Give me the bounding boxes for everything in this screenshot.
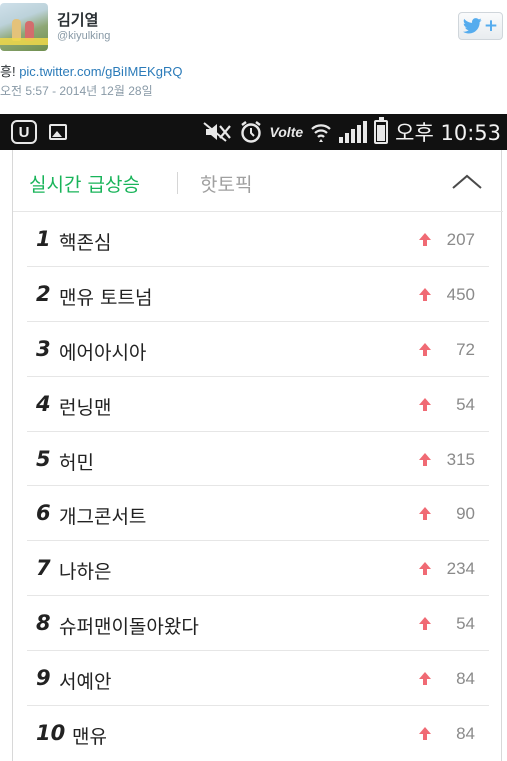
rank-change: 54: [456, 614, 475, 634]
phone-status-bar: U Volte 오후 10:53: [0, 114, 507, 150]
arrow-up-icon: [419, 397, 431, 411]
rank-term[interactable]: 허민: [59, 448, 94, 475]
tweet-timestamp[interactable]: 오전 5:57 - 2014년 12월 28일: [0, 82, 153, 99]
list-item[interactable]: 5 허민 315: [27, 432, 489, 487]
volte-icon: Volte: [269, 124, 304, 140]
list-item[interactable]: 9 서예안 84: [27, 651, 489, 707]
arrow-up-icon: [419, 287, 431, 301]
rank-change: 207: [446, 230, 475, 249]
rank-number: 4: [36, 391, 51, 416]
rank-number: 2: [36, 281, 51, 306]
rank-number: 9: [36, 666, 51, 691]
trending-panel: 실시간 급상승 핫토픽 1 핵존심 207 2 맨유 토트넘 450 3 에어아시아 72 4 런닝…: [12, 150, 503, 761]
twitter-bird-icon: [462, 18, 482, 34]
arrow-up-icon: [419, 233, 431, 246]
arrow-up-icon: [419, 617, 431, 631]
rank-term[interactable]: 에어아시아: [59, 338, 146, 365]
list-item[interactable]: 1 핵존심 207: [27, 212, 489, 267]
tweet-photo-link[interactable]: pic.twitter.com/gBiIMEKgRQ: [19, 64, 182, 79]
tweet-text-body: 흥!: [0, 64, 20, 79]
list-item[interactable]: 4 런닝맨 54: [27, 377, 489, 432]
tab-realtime[interactable]: 실시간 급상승: [29, 170, 140, 197]
rank-change: 450: [446, 284, 475, 304]
list-item[interactable]: 10 맨유 84: [27, 706, 489, 761]
list-item[interactable]: 7 나하은 234: [27, 541, 489, 597]
tab-divider: [177, 172, 178, 194]
rank-term[interactable]: 나하은: [59, 557, 111, 584]
arrow-up-icon: [419, 452, 431, 466]
rank-term[interactable]: 슈퍼맨이돌아왔다: [59, 612, 199, 639]
rank-term[interactable]: 맨유: [72, 722, 107, 749]
rank-term[interactable]: 런닝맨: [59, 393, 111, 420]
rank-number: 10: [36, 721, 66, 746]
follow-button[interactable]: +: [458, 12, 503, 40]
trending-list: 1 핵존심 207 2 맨유 토트넘 450 3 에어아시아 72 4 런닝맨 54 5 허민 315 6 개그…: [27, 212, 489, 761]
rank-number: 8: [36, 611, 51, 636]
battery-icon: [374, 117, 389, 144]
rank-change: 315: [446, 449, 475, 469]
rank-change: 84: [456, 669, 475, 689]
signal-icon: [339, 121, 368, 143]
trending-tabs: 실시간 급상승 핫토픽: [13, 150, 503, 212]
list-item[interactable]: 3 에어아시아 72: [27, 322, 489, 377]
status-clock: 오후 10:53: [395, 121, 501, 145]
rank-number: 7: [36, 556, 51, 581]
uplus-icon: U: [11, 120, 37, 144]
rank-term[interactable]: 서예안: [59, 667, 111, 694]
arrow-up-icon: [419, 342, 431, 356]
mute-icon: [203, 122, 232, 142]
author-name[interactable]: 김기열: [57, 9, 98, 30]
arrow-up-icon: [419, 672, 431, 686]
rank-number: 6: [36, 501, 51, 526]
alarm-icon: [241, 121, 262, 143]
rank-change: 90: [456, 504, 475, 524]
list-item[interactable]: 2 맨유 토트넘 450: [27, 267, 489, 322]
rank-change: 84: [456, 724, 475, 744]
rank-number: 3: [36, 336, 51, 361]
rank-term[interactable]: 핵존심: [59, 228, 111, 255]
rank-term[interactable]: 개그콘서트: [59, 502, 146, 529]
rank-number: 1: [36, 227, 51, 251]
rank-change: 54: [456, 394, 475, 414]
plus-icon: +: [483, 15, 499, 36]
chevron-up-icon[interactable]: [449, 168, 485, 196]
author-handle[interactable]: @kiyulking: [57, 30, 110, 42]
arrow-up-icon: [419, 727, 431, 741]
rank-change: 234: [446, 559, 475, 579]
rank-change: 72: [456, 339, 475, 359]
rank-term[interactable]: 맨유 토트넘: [59, 283, 152, 310]
list-item[interactable]: 8 슈퍼맨이돌아왔다 54: [27, 596, 489, 652]
arrow-up-icon: [419, 562, 431, 576]
gallery-icon: [49, 124, 67, 140]
list-item[interactable]: 6 개그콘서트 90: [27, 486, 489, 542]
wifi-icon: [311, 124, 331, 142]
tab-hot-topic[interactable]: 핫토픽: [200, 170, 252, 197]
rank-number: 5: [36, 446, 51, 471]
avatar[interactable]: [0, 3, 48, 51]
tweet-text: 흥! pic.twitter.com/gBiIMEKgRQ: [0, 61, 182, 80]
arrow-up-icon: [419, 507, 431, 521]
tweet-header: 김기열 @kiyulking + 흥! pic.twitter.com/gBiI…: [0, 0, 507, 112]
